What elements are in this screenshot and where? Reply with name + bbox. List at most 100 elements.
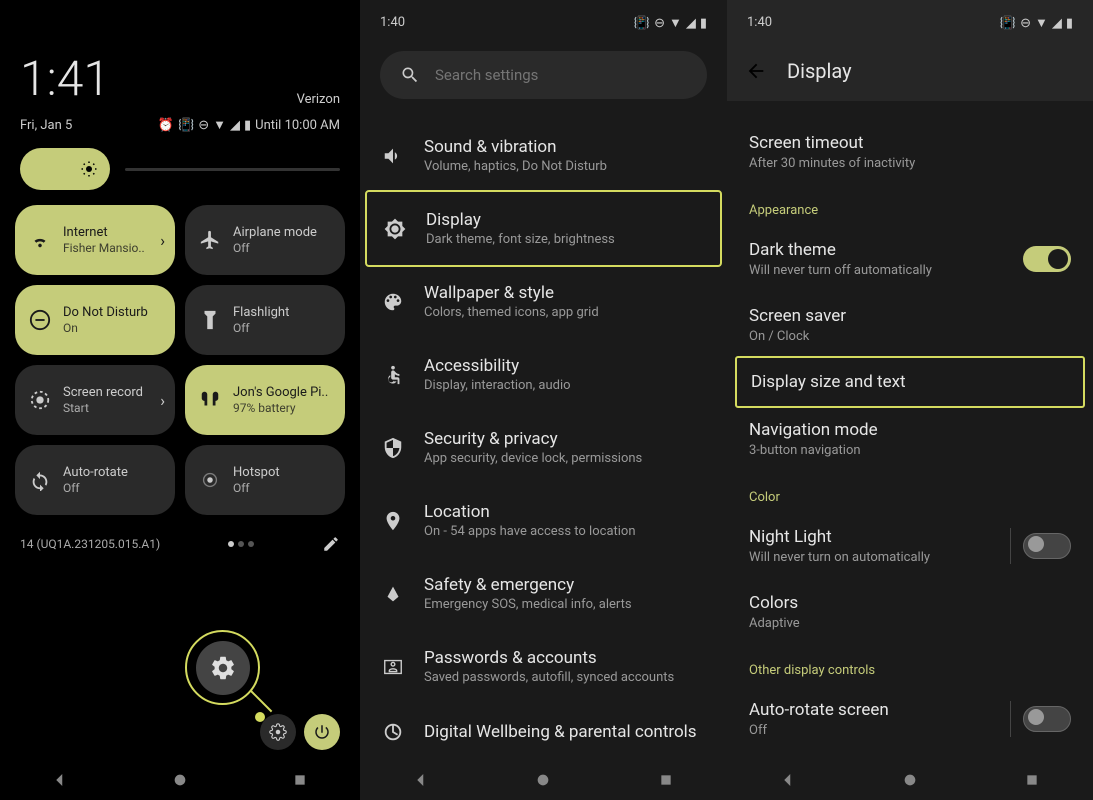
item-title: Screen saver [749,306,1071,326]
item-title: Night Light [749,527,930,547]
settings-item-safety[interactable]: Safety & emergencyEmergency SOS, medical… [360,557,727,630]
home-button[interactable] [170,770,190,790]
palette-icon [382,291,404,313]
home-button[interactable] [533,770,553,790]
page-title: Display [787,59,852,83]
item-night-light[interactable]: Night Light Will never turn on automatic… [727,513,1093,579]
item-title: Dark theme [749,240,932,260]
brightness-icon [80,160,98,178]
item-auto-rotate[interactable]: Auto-rotate screen Off [727,686,1093,752]
dnd-icon [29,309,51,331]
auto-rotate-toggle[interactable] [1023,706,1071,732]
back-button[interactable] [411,770,431,790]
item-sub: Adaptive [749,616,1071,631]
quick-settings-screen: 1:41 Verizon Fri, Jan 5 ⏰ 📳 ⊖ ▼ ◢ ▮ Unti… [0,0,360,800]
settings-item-location[interactable]: LocationOn - 54 apps have access to loca… [360,484,727,557]
tile-device[interactable]: Jon's Google Pi..97% battery [185,365,345,435]
tile-title: Airplane mode [233,225,317,240]
wifi-icon: ▼ [669,15,682,31]
shield-icon [382,437,404,459]
settings-title: Security & privacy [424,429,642,449]
settings-item-wallpaper[interactable]: Wallpaper & styleColors, themed icons, a… [360,265,727,338]
accessibility-icon [382,364,404,386]
recent-button[interactable] [290,770,310,790]
rotate-icon [29,469,51,491]
item-sub: After 30 minutes of inactivity [749,156,1071,171]
settings-title: Digital Wellbeing & parental controls [424,722,697,742]
chevron-right-icon: › [160,391,165,410]
signal-icon: ◢ [686,16,696,31]
build-row: 14 (UQ1A.231205.015.A1) [0,515,360,563]
item-navigation-mode[interactable]: Navigation mode 3-button navigation [727,406,1093,472]
settings-title: Wallpaper & style [424,283,599,303]
bottom-buttons [0,714,360,750]
back-button[interactable] [778,770,798,790]
item-colors[interactable]: Colors Adaptive [727,579,1093,645]
status-bar: 1:40 📳 ⊖ ▼ ◢ ▮ [727,0,1093,41]
search-input[interactable] [435,66,687,84]
home-button[interactable] [900,770,920,790]
search-bar[interactable] [380,51,707,99]
settings-sub: On - 54 apps have access to location [424,524,636,539]
alarm-icon: ⏰ [158,118,174,133]
settings-sub: Dark theme, font size, brightness [426,232,615,247]
back-arrow-icon[interactable] [745,60,767,82]
tile-title: Jon's Google Pi.. [233,385,328,400]
settings-item-sound[interactable]: Sound & vibrationVolume, haptics, Do Not… [360,119,727,192]
signal-icon: ◢ [230,118,240,133]
item-title: Display size and text [751,372,1069,392]
power-button[interactable] [304,714,340,750]
settings-button[interactable] [260,714,296,750]
tile-auto-rotate[interactable]: Auto-rotateOff [15,445,175,515]
tile-screen-record[interactable]: Screen recordStart › [15,365,175,435]
settings-sub: Volume, haptics, Do Not Disturb [424,159,607,174]
back-button[interactable] [50,770,70,790]
settings-item-wellbeing[interactable]: Digital Wellbeing & parental controls [360,703,727,761]
item-dark-theme[interactable]: Dark theme Will never turn off automatic… [727,226,1093,292]
speaker-icon [382,145,404,167]
item-screen-timeout[interactable]: Screen timeout After 30 minutes of inact… [727,119,1093,185]
tile-airplane[interactable]: Airplane modeOff [185,205,345,275]
settings-item-passwords[interactable]: Passwords & accountsSaved passwords, aut… [360,630,727,703]
earbuds-icon [199,389,221,411]
recent-button[interactable] [1022,770,1042,790]
tile-flashlight[interactable]: FlashlightOff [185,285,345,355]
tile-sub: Off [63,481,128,495]
chevron-right-icon: › [160,231,165,250]
date-label: Fri, Jan 5 [20,118,72,133]
airplane-icon [199,229,221,251]
dnd-icon: ⊖ [654,16,665,31]
tile-hotspot[interactable]: HotspotOff [185,445,345,515]
tile-dnd[interactable]: Do Not DisturbOn [15,285,175,355]
status-bar: 1:41 Verizon [0,0,360,117]
brightness-thumb[interactable] [20,148,110,190]
dark-theme-toggle[interactable] [1023,246,1071,272]
power-icon [313,723,331,741]
quick-tiles-grid: InternetFisher Mansio.. › Airplane modeO… [0,205,360,515]
vibrate-icon: 📳 [1000,16,1016,31]
edit-icon[interactable] [322,535,340,553]
tile-internet[interactable]: InternetFisher Mansio.. › [15,205,175,275]
settings-button-large[interactable] [196,641,250,695]
item-title: Colors [749,593,1071,613]
item-screen-saver[interactable]: Screen saver On / Clock [727,292,1093,358]
settings-item-accessibility[interactable]: AccessibilityDisplay, interaction, audio [360,338,727,411]
night-light-toggle[interactable] [1023,533,1071,559]
settings-item-security[interactable]: Security & privacyApp security, device l… [360,411,727,484]
item-display-size[interactable]: Display size and text [735,356,1085,408]
recent-button[interactable] [656,770,676,790]
tile-title: Do Not Disturb [63,305,148,320]
clock-time: 1:40 [380,15,405,31]
navbar [727,760,1093,800]
brightness-slider[interactable] [0,148,360,205]
item-sub: 3-button navigation [749,443,1071,458]
tile-sub: Off [233,481,280,495]
build-label: 14 (UQ1A.231205.015.A1) [20,537,160,551]
section-color: Color [727,472,1093,513]
clock-time: 1:40 [747,15,772,31]
settings-item-display[interactable]: DisplayDark theme, font size, brightness [365,190,722,267]
gear-icon [209,654,237,682]
navbar [360,760,727,800]
vibrate-icon: 📳 [178,118,194,133]
brightness-track[interactable] [125,168,340,171]
